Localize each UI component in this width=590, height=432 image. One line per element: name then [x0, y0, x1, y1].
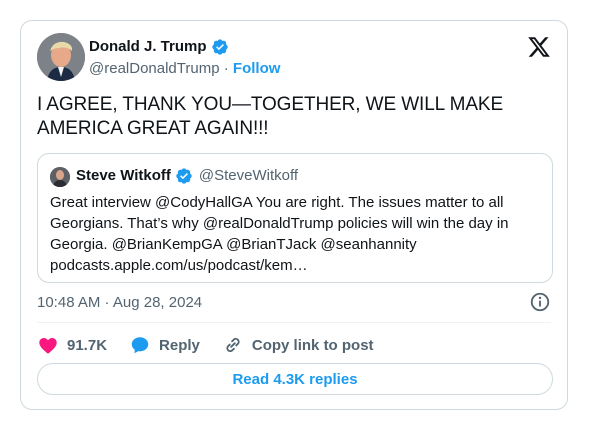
- quote-text: Great interview @CodyHallGA You are righ…: [50, 194, 509, 274]
- author-handle-row: @realDonaldTrump · Follow: [89, 59, 280, 79]
- verified-badge-icon: [176, 168, 192, 184]
- separator-dot: ·: [223, 60, 229, 77]
- quote-author-avatar: [50, 167, 70, 187]
- tweet-text: I AGREE, THANK YOU—TOGETHER, WE WILL MAK…: [37, 94, 504, 139]
- author-avatar[interactable]: [37, 33, 85, 81]
- copy-link-label: Copy link to post: [251, 336, 374, 354]
- quote-header: Steve Witkoff @SteveWitkoff: [76, 166, 298, 186]
- divider: [37, 322, 551, 323]
- quote-author-handle: @SteveWitkoff: [198, 167, 299, 184]
- action-bar: 91.7K Reply Copy link to post: [37, 333, 396, 357]
- link-icon: [226, 337, 240, 353]
- reply-bubble-icon: [131, 337, 149, 354]
- read-replies-button[interactable]: Read 4.3K replies: [37, 363, 553, 395]
- x-logo-icon[interactable]: [527, 35, 551, 59]
- copy-link-button[interactable]: Copy link to post: [222, 334, 374, 356]
- author-name-row: Donald J. Trump: [89, 37, 229, 57]
- read-replies-label: Read 4.3K replies: [232, 370, 358, 388]
- follow-link[interactable]: Follow: [233, 60, 281, 77]
- verified-badge-icon: [211, 39, 228, 55]
- author-handle[interactable]: @realDonaldTrump: [89, 60, 220, 77]
- quoted-tweet[interactable]: Steve Witkoff @SteveWitkoff Great interv…: [37, 153, 553, 283]
- like-button[interactable]: 91.7K: [37, 334, 107, 356]
- info-icon[interactable]: [529, 291, 551, 313]
- like-count: 91.7K: [67, 336, 108, 354]
- reply-label: Reply: [159, 336, 200, 354]
- timestamp[interactable]: 10:48 AM · Aug 28, 2024: [37, 293, 202, 313]
- author-name[interactable]: Donald J. Trump: [89, 37, 207, 57]
- heart-icon: [39, 337, 57, 354]
- tweet-card: Donald J. Trump @realDonaldTrump · Follo…: [20, 20, 568, 410]
- reply-button[interactable]: Reply: [129, 334, 200, 356]
- quote-author-name: Steve Witkoff: [76, 167, 171, 184]
